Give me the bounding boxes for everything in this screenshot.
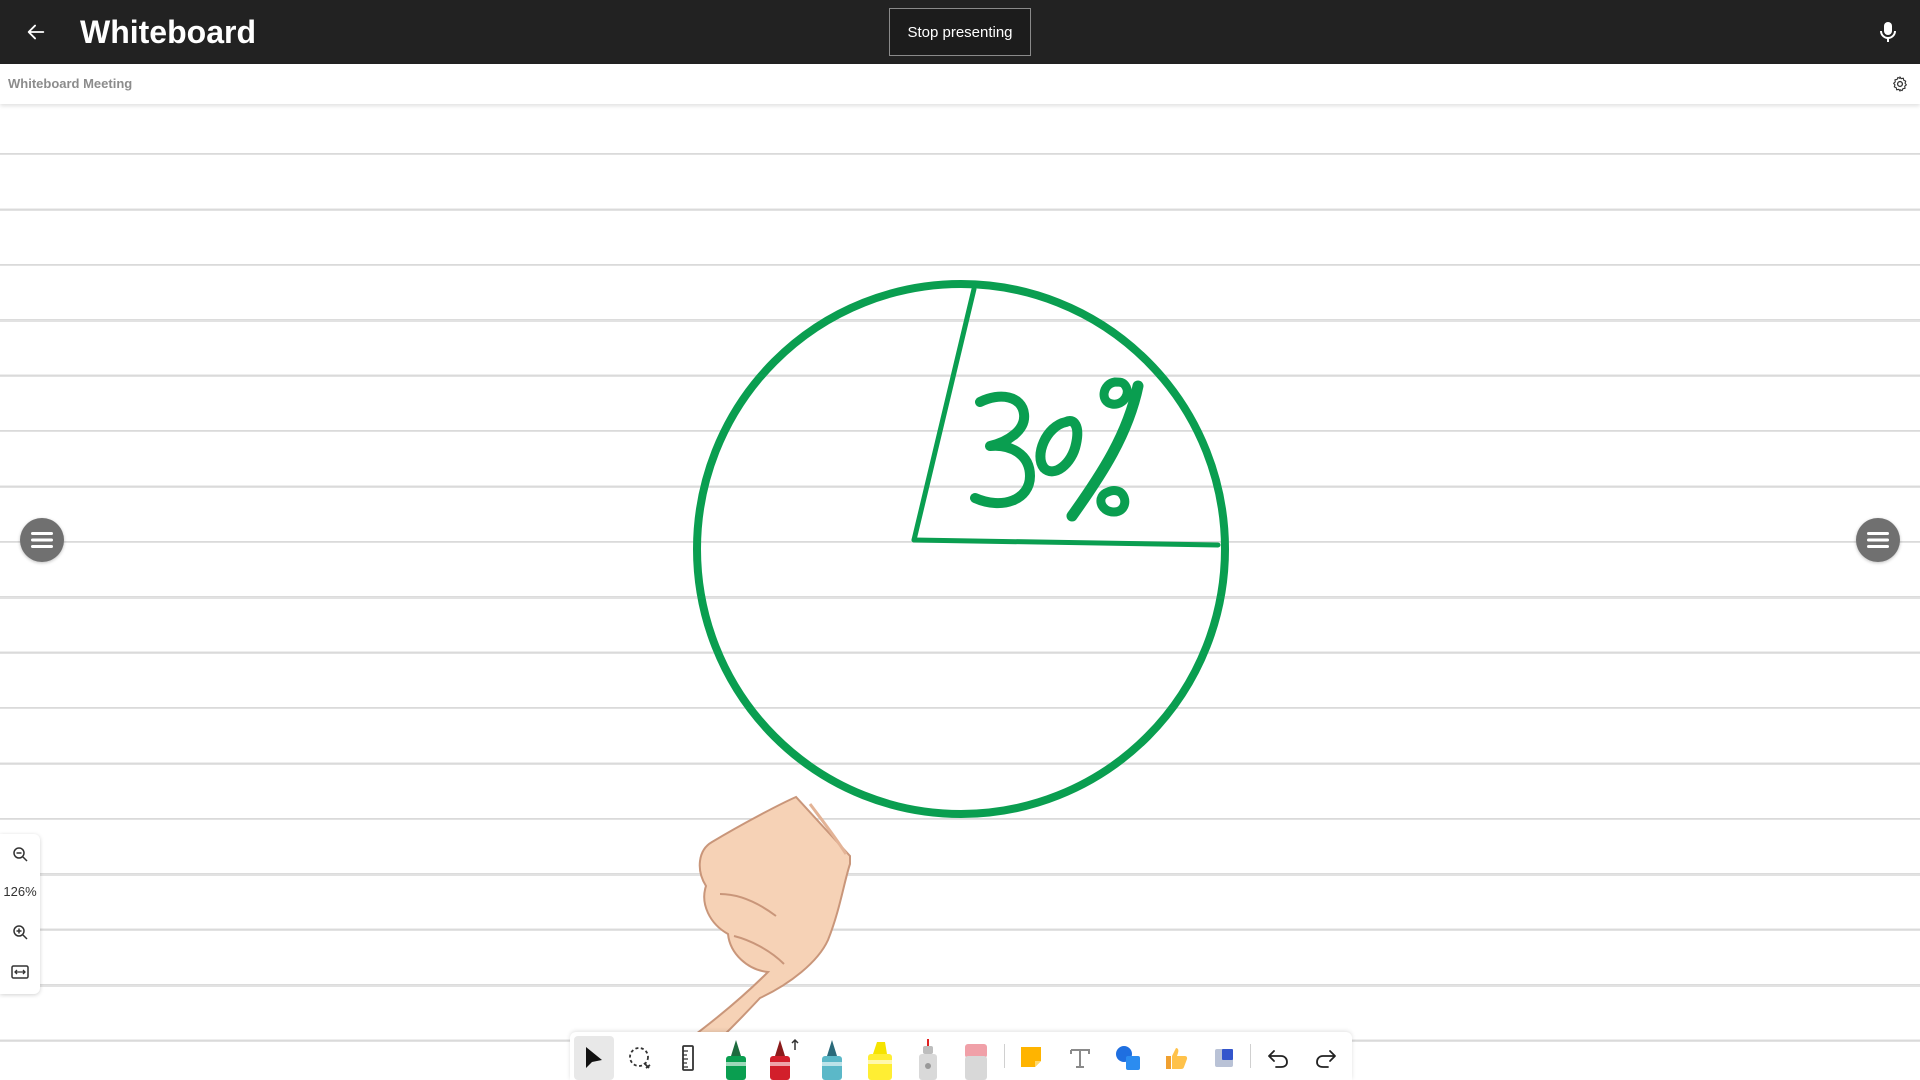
ink-digit-three: [970, 391, 1035, 509]
highlighter-icon: [868, 1042, 892, 1080]
ruler-icon: [682, 1045, 694, 1071]
ruler-tool[interactable]: [668, 1036, 708, 1080]
pen-red-tool[interactable]: [764, 1036, 804, 1080]
fit-screen-icon: [11, 965, 29, 979]
pen-green-icon: [726, 1040, 746, 1080]
shapes-tool[interactable]: [1108, 1036, 1148, 1080]
thumbs-up-icon: [1166, 1048, 1188, 1069]
zoom-in-button[interactable]: [6, 918, 34, 946]
ink-slice-line-right: [911, 537, 1221, 548]
toolbar-divider: [1004, 1044, 1005, 1068]
left-menu-button[interactable]: [20, 518, 64, 562]
zoom-out-button[interactable]: [6, 840, 34, 868]
right-menu-button[interactable]: [1856, 518, 1900, 562]
ink-percent-bottom: [1096, 486, 1130, 517]
app-top-bar: Whiteboard Stop presenting: [0, 0, 1920, 64]
laser-pointer-icon: [919, 1039, 937, 1080]
arrow-left-icon: [27, 24, 45, 40]
microphone-icon: [1880, 22, 1896, 42]
pen-blue-icon: [822, 1040, 842, 1080]
undo-icon: [1268, 1050, 1288, 1068]
cursor-arrow-icon: [586, 1047, 602, 1068]
zoom-controls: 126%: [0, 834, 40, 994]
highlighter-tool[interactable]: [860, 1036, 900, 1080]
gear-icon: [1893, 76, 1907, 92]
pen-green-tool[interactable]: [716, 1036, 756, 1080]
stop-presenting-button[interactable]: Stop presenting: [889, 8, 1031, 56]
shapes-icon: [1116, 1046, 1140, 1070]
redo-button[interactable]: [1306, 1036, 1346, 1080]
fit-to-screen-button[interactable]: [6, 958, 34, 986]
zoom-out-icon: [13, 847, 28, 862]
drawing-toolbar: [570, 1032, 1352, 1080]
pen-blue-tool[interactable]: [812, 1036, 852, 1080]
sticky-note-icon: [1021, 1047, 1041, 1067]
ink-percent-top: [1099, 377, 1132, 409]
pen-red-icon: [770, 1038, 799, 1080]
settings-button[interactable]: [1888, 72, 1912, 96]
pointing-hand-image: [667, 795, 851, 1070]
ink-slice-line-top: [911, 286, 977, 543]
ink-drawing[interactable]: [0, 104, 1920, 1080]
zoom-level-label: 126%: [3, 884, 37, 899]
ink-circle: [693, 280, 1229, 818]
sticky-note-tool[interactable]: [1012, 1036, 1052, 1080]
meeting-name: Whiteboard Meeting: [8, 76, 133, 91]
meeting-header: Whiteboard Meeting: [0, 64, 1920, 104]
microphone-button[interactable]: [1870, 16, 1906, 48]
undo-button[interactable]: [1258, 1036, 1298, 1080]
back-button[interactable]: [18, 14, 54, 50]
lasso-tool[interactable]: [620, 1036, 660, 1080]
toolbar-divider: [1250, 1044, 1251, 1068]
hamburger-icon: [1867, 532, 1889, 548]
lasso-icon: [629, 1047, 651, 1069]
select-tool[interactable]: [574, 1036, 614, 1080]
app-title: Whiteboard: [80, 14, 256, 50]
eraser-icon: [965, 1044, 987, 1080]
eraser-tool[interactable]: [956, 1036, 996, 1080]
laser-pointer-tool[interactable]: [908, 1036, 948, 1080]
whiteboard-canvas[interactable]: [0, 104, 1920, 1080]
text-icon: [1070, 1049, 1090, 1068]
hamburger-icon: [31, 532, 53, 548]
reactions-tool[interactable]: [1156, 1036, 1196, 1080]
ink-digit-zero: [1035, 416, 1083, 477]
text-tool[interactable]: [1060, 1036, 1100, 1080]
templates-tool[interactable]: [1204, 1036, 1244, 1080]
redo-icon: [1316, 1050, 1336, 1068]
templates-icon: [1215, 1049, 1233, 1067]
zoom-in-icon: [13, 925, 28, 940]
